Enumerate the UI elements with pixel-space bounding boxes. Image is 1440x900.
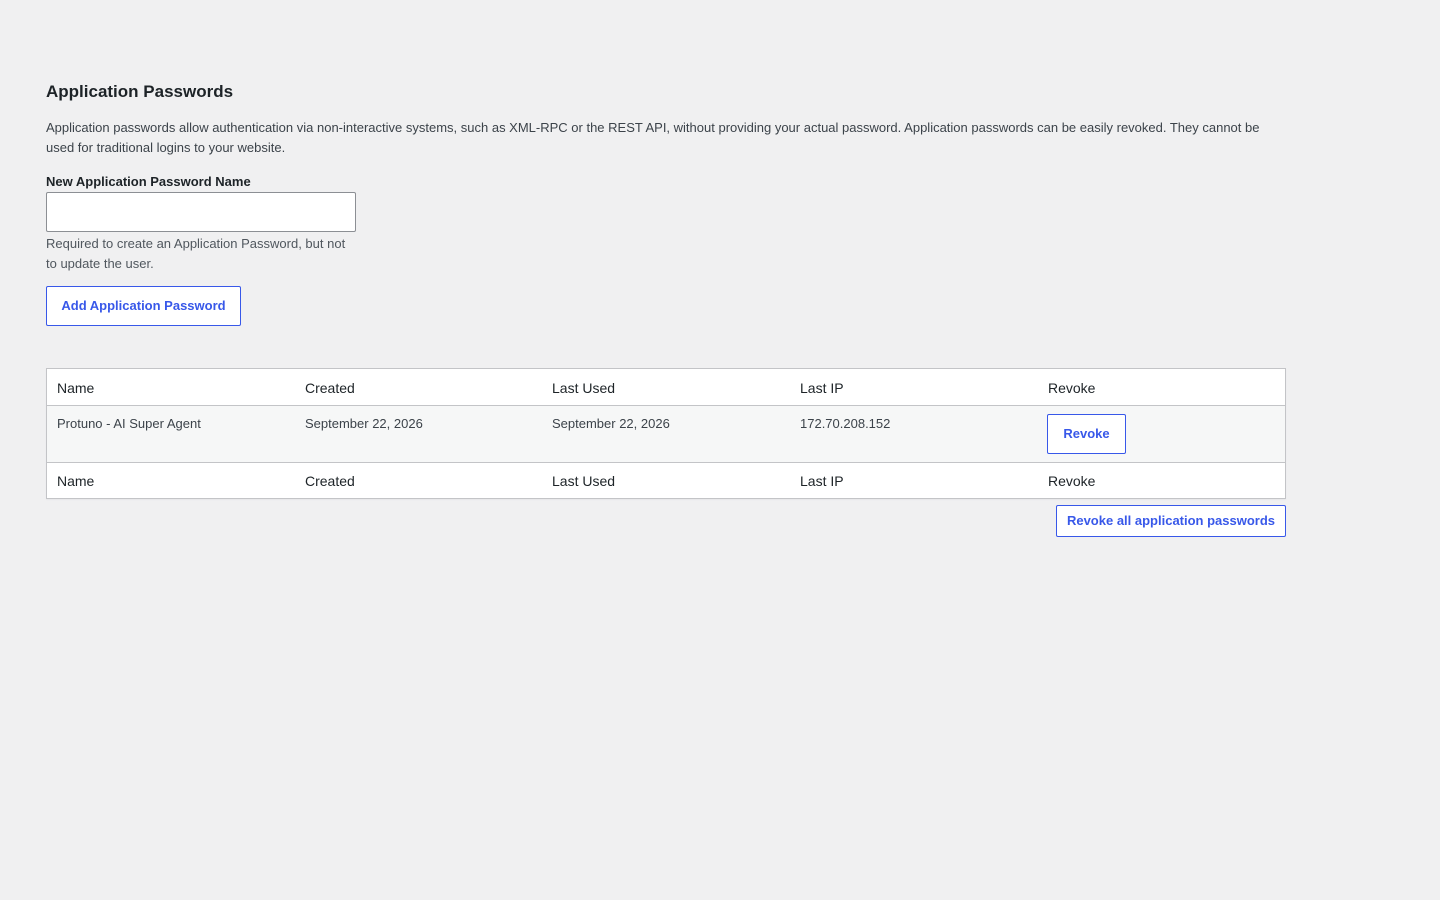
row-last-used: September 22, 2026: [552, 416, 670, 431]
table-footer-row: Name Created Last Used Last IP Revoke: [47, 462, 1285, 498]
row-created: September 22, 2026: [305, 416, 423, 431]
row-last-ip: 172.70.208.152: [800, 416, 891, 431]
column-footer-last-ip[interactable]: Last IP: [800, 472, 844, 490]
column-header-name[interactable]: Name: [57, 379, 94, 397]
column-header-revoke[interactable]: Revoke: [1048, 379, 1095, 397]
column-header-last-ip[interactable]: Last IP: [800, 379, 844, 397]
column-footer-name[interactable]: Name: [57, 472, 94, 490]
column-footer-last-used[interactable]: Last Used: [552, 472, 615, 490]
section-description: Application passwords allow authenticati…: [46, 120, 1260, 155]
add-application-password-button[interactable]: Add Application Password: [46, 286, 241, 326]
section-title: Application Passwords: [46, 82, 234, 101]
new-password-name-label: New Application Password Name: [46, 174, 251, 189]
column-header-last-used[interactable]: Last Used: [552, 379, 615, 397]
table-row: Protuno - AI Super Agent September 22, 2…: [47, 406, 1285, 462]
column-header-created[interactable]: Created: [305, 379, 355, 397]
column-footer-created[interactable]: Created: [305, 472, 355, 490]
new-password-name-input[interactable]: [46, 192, 356, 232]
new-password-name-help: Required to create an Application Passwo…: [46, 236, 346, 271]
row-name: Protuno - AI Super Agent: [57, 416, 201, 431]
revoke-button[interactable]: Revoke: [1047, 414, 1126, 454]
table-header-row: Name Created Last Used Last IP Revoke: [47, 369, 1285, 406]
revoke-all-button[interactable]: Revoke all application passwords: [1056, 505, 1286, 537]
application-passwords-table: Name Created Last Used Last IP Revoke Pr…: [46, 368, 1286, 499]
column-footer-revoke[interactable]: Revoke: [1048, 472, 1095, 490]
